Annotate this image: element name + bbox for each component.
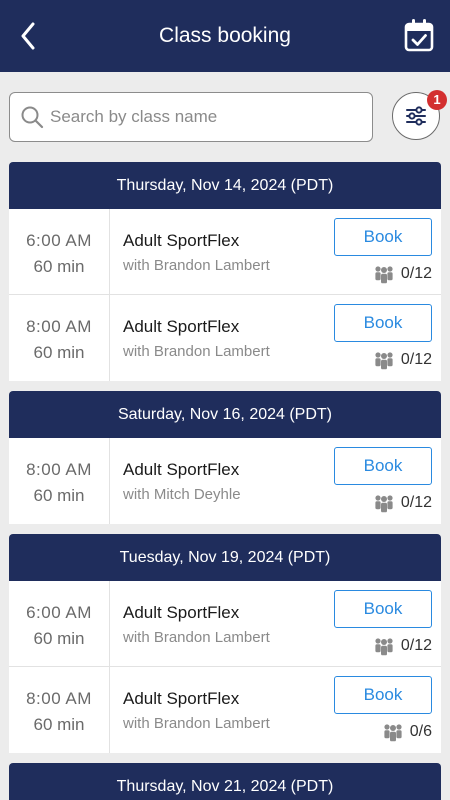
class-time: 6:00 AM xyxy=(26,231,92,250)
people-icon xyxy=(375,266,393,284)
date-header: Thursday, Nov 21, 2024 (PDT) xyxy=(9,763,441,800)
capacity-indicator: 0/12 xyxy=(373,492,432,514)
class-info: Adult SportFlex with Brandon Lambert xyxy=(123,231,333,274)
class-name: Adult SportFlex xyxy=(123,689,240,708)
class-row: 8:00 AM 60 min Adult SportFlex with Brandon… xyxy=(9,295,441,381)
people-icon xyxy=(375,352,393,370)
time-column: 8:00 AM 60 min xyxy=(9,438,110,524)
calendar-button[interactable] xyxy=(404,18,434,52)
back-button[interactable] xyxy=(14,20,42,52)
capacity-count: 0/12 xyxy=(400,265,432,282)
date-section: Tuesday, Nov 19, 2024 (PDT) 6:00 AM 60 min… xyxy=(9,534,441,753)
class-name: Adult SportFlex xyxy=(123,317,240,336)
date-section: Thursday, Nov 14, 2024 (PDT) 6:00 AM 60 mi… xyxy=(9,162,441,381)
date-header: Thursday, Nov 14, 2024 (PDT) xyxy=(9,162,441,209)
capacity-indicator: 0/12 xyxy=(373,635,432,657)
class-info: Adult SportFlex with Brandon Lambert xyxy=(123,689,333,732)
class-duration: 60 min xyxy=(33,486,85,505)
class-list: Thursday, Nov 14, 2024 (PDT) 6:00 AM 60 mi… xyxy=(9,162,441,800)
capacity-indicator: 0/12 xyxy=(373,349,432,371)
time-column: 8:00 AM 60 min xyxy=(9,295,110,381)
date-section: Saturday, Nov 16, 2024 (PDT) 8:00 AM 60 mi… xyxy=(9,391,441,524)
class-row: 8:00 AM 60 min Adult SportFlex with Mitch D… xyxy=(9,438,441,524)
class-time: 8:00 AM xyxy=(26,460,92,479)
search-bar-row: 1 xyxy=(0,72,450,162)
class-name: Adult SportFlex xyxy=(123,603,240,622)
time-column: 6:00 AM 60 min xyxy=(9,581,110,667)
class-instructor: with Brandon Lambert xyxy=(123,715,270,732)
calendar-check-icon xyxy=(404,19,434,52)
page-title: Class booking xyxy=(159,24,291,47)
class-time: 8:00 AM xyxy=(26,689,92,708)
class-name: Adult SportFlex xyxy=(123,460,240,479)
class-duration: 60 min xyxy=(33,257,85,276)
capacity-count: 0/6 xyxy=(409,723,432,740)
class-info: Adult SportFlex with Mitch Deyhle xyxy=(123,460,333,503)
book-button[interactable]: Book xyxy=(334,304,432,342)
class-instructor: with Brandon Lambert xyxy=(123,629,270,646)
filter-count-badge: 1 xyxy=(427,90,447,110)
capacity-count: 0/12 xyxy=(400,351,432,368)
class-info: Adult SportFlex with Brandon Lambert xyxy=(123,317,333,360)
class-duration: 60 min xyxy=(33,629,85,648)
class-row: 6:00 AM 60 min Adult SportFlex with Brandon… xyxy=(9,581,441,667)
capacity-indicator: 0/6 xyxy=(382,721,432,743)
chevron-left-icon xyxy=(21,22,35,50)
search-input[interactable] xyxy=(50,101,360,133)
book-button[interactable]: Book xyxy=(334,218,432,256)
book-button[interactable]: Book xyxy=(334,447,432,485)
class-time: 8:00 AM xyxy=(26,317,92,336)
people-icon xyxy=(384,724,402,742)
class-info: Adult SportFlex with Brandon Lambert xyxy=(123,603,333,646)
class-duration: 60 min xyxy=(33,715,85,734)
date-header: Tuesday, Nov 19, 2024 (PDT) xyxy=(9,534,441,581)
date-section: Thursday, Nov 21, 2024 (PDT) xyxy=(9,763,441,800)
class-row: 8:00 AM 60 min Adult SportFlex with Brandon… xyxy=(9,667,441,753)
capacity-indicator: 0/12 xyxy=(373,263,432,285)
time-column: 8:00 AM 60 min xyxy=(9,667,110,753)
capacity-count: 0/12 xyxy=(400,637,432,654)
search-icon xyxy=(21,106,44,129)
class-instructor: with Mitch Deyhle xyxy=(123,486,241,503)
class-row: 6:00 AM 60 min Adult SportFlex with Brandon… xyxy=(9,209,441,295)
book-button[interactable]: Book xyxy=(334,590,432,628)
capacity-count: 0/12 xyxy=(400,494,432,511)
class-name: Adult SportFlex xyxy=(123,231,240,250)
people-icon xyxy=(375,638,393,656)
date-header: Saturday, Nov 16, 2024 (PDT) xyxy=(9,391,441,438)
class-time: 6:00 AM xyxy=(26,603,92,622)
time-column: 6:00 AM 60 min xyxy=(9,209,110,295)
class-instructor: with Brandon Lambert xyxy=(123,343,270,360)
sliders-icon xyxy=(406,106,426,126)
class-instructor: with Brandon Lambert xyxy=(123,257,270,274)
people-icon xyxy=(375,495,393,513)
class-duration: 60 min xyxy=(33,343,85,362)
top-app-bar: Class booking xyxy=(0,0,450,72)
book-button[interactable]: Book xyxy=(334,676,432,714)
search-box[interactable] xyxy=(9,92,373,142)
